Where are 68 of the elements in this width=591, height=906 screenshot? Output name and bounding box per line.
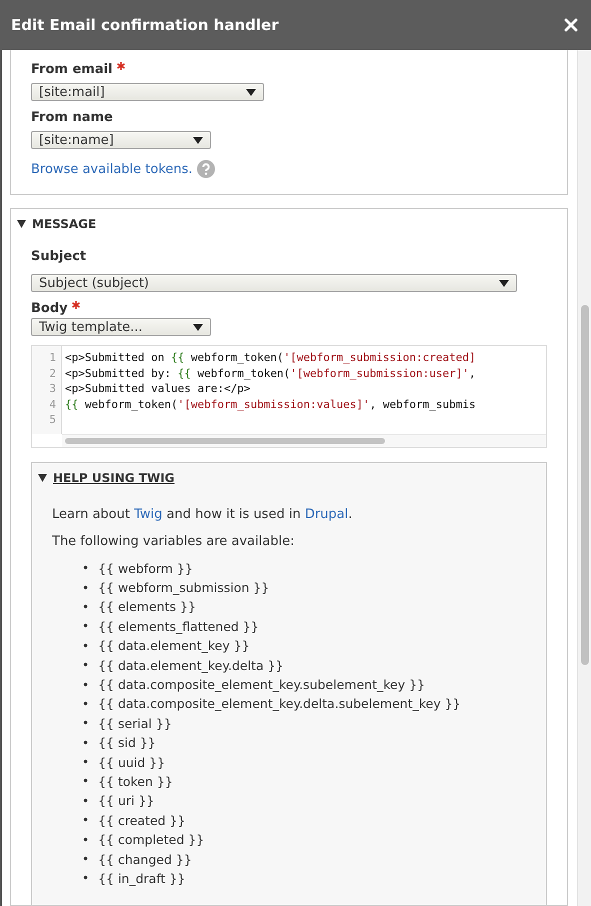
caret-icon [246,88,256,96]
variable-item: {{ elements_flattened }} [98,618,259,635]
caret-icon [193,324,203,330]
bullet-marker: • [82,715,90,732]
bullet-marker: • [82,676,90,693]
variables-intro: The following variables are available: [52,534,296,548]
field-label: Body [31,301,68,316]
horizontal-scrollbar[interactable] [62,434,546,446]
variable-item: {{ completed }} [98,831,204,848]
bullet-marker: • [82,696,90,712]
help-link[interactable]: Drupal [304,506,348,522]
code-line: <p>Submitted values are:</p> [65,381,250,396]
variable-item: {{ sid }} [98,734,156,752]
line-number: 3 [48,381,57,396]
variable-item: {{ webform_submission }} [98,579,270,596]
bullet-marker: • [82,773,90,790]
code-line: <p>Submitted by: {{ webform_token('[webform_submission:user]', [65,366,476,381]
bullet-marker: • [82,851,90,868]
variable-item: {{ in_draft }} [98,870,186,887]
field-label: Subject [31,249,86,264]
select-field[interactable]: Subject (subject) [31,274,517,292]
intro-text: Learn about Twig and how it is used in Drupal. [52,506,354,522]
variable-item: {{ token }} [98,772,173,790]
select-field[interactable]: Twig template... [31,318,211,336]
message-section-toggle[interactable]: MESSAGE [17,217,547,231]
code-line: <p>Submitted on {{ webform_token('[webform_submission:created] [65,350,476,366]
variable-item: {{ webform }} [98,560,193,577]
variable-item: {{ changed }} [98,850,192,868]
field-label: From email [31,62,113,77]
code-editor[interactable] [31,345,547,448]
browse-tokens-link[interactable]: Browse available tokens. [31,162,193,176]
bullet-marker: • [82,832,90,848]
select-field[interactable]: [site:name] [31,131,211,149]
bullet-marker: • [82,598,90,615]
help-icon[interactable] [196,160,215,178]
line-number: 4 [48,396,57,412]
close-button[interactable] [563,17,579,33]
variable-item: {{ data.composite_element_key.subelement_key }} [98,676,425,694]
variable-item: {{ data.element_key.delta }} [98,656,284,674]
bullet-marker: • [82,580,90,596]
variable-item: {{ uri }} [98,792,154,810]
bullet-marker: • [82,812,90,828]
variable-item: {{ elements }} [98,598,196,616]
vertical-scrollbar[interactable] [577,50,591,906]
bullet-marker: • [82,734,90,751]
variable-item: {{ data.composite_element_key.delta.subelement_key }} [98,695,461,712]
line-number: 2 [48,366,57,381]
dialog-title: Edit Email confirmation handler [11,16,279,34]
variable-item: {{ data.element_key }} [98,637,250,654]
line-number: 1 [48,350,57,366]
caret-icon [193,136,203,144]
variable-item: {{ serial }} [98,714,172,732]
code-line: {{ webform_token('[webform_submission:values]', webform_submis [65,396,476,412]
bullet-marker: • [82,618,90,634]
variable-item: {{ uuid }} [98,754,166,771]
bullet-marker: • [82,754,90,770]
field-label: From name [31,110,113,125]
bullet-marker: • [82,638,90,654]
bullet-marker: • [82,560,90,576]
bullet-marker: • [82,792,90,809]
caret-icon [499,280,509,286]
bullet-marker: • [82,657,90,674]
help-section-toggle[interactable]: HELP USING TWIG [38,470,175,484]
bullet-marker: • [82,870,90,886]
select-field[interactable]: [site:mail] [31,83,264,101]
variable-item: {{ created }} [98,812,186,829]
help-link[interactable]: Twig [134,506,162,522]
line-number: 5 [48,412,57,428]
